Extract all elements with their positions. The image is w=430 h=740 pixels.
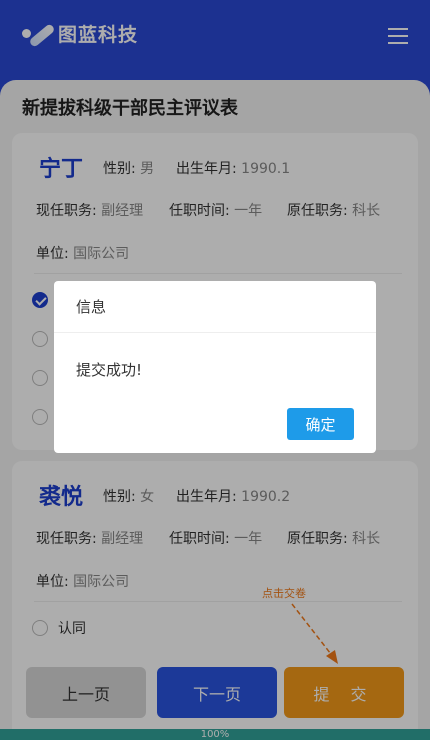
confirm-button[interactable]: 确定 (287, 408, 354, 440)
success-dialog: 信息 提交成功! 确定 (54, 281, 376, 453)
dialog-message: 提交成功! (76, 361, 143, 379)
dialog-title: 信息 (54, 281, 376, 333)
